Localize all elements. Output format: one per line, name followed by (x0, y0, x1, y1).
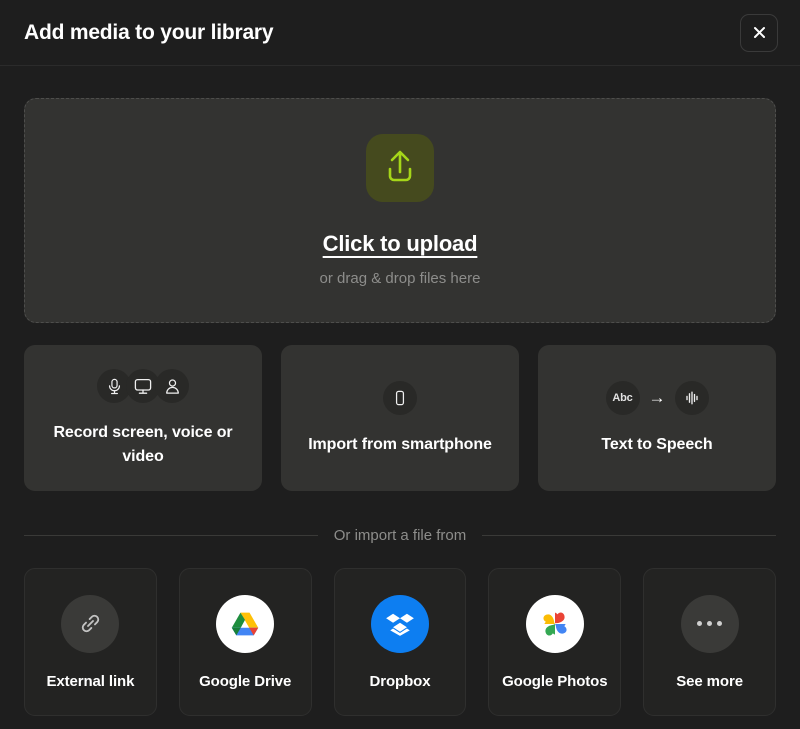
upload-cta-label[interactable]: Click to upload (323, 231, 478, 257)
upload-dropzone[interactable]: Click to upload or drag & drop files her… (24, 98, 776, 323)
ellipsis-dot (697, 621, 703, 626)
service-see-more[interactable]: See more (643, 568, 776, 716)
page-title: Add media to your library (24, 20, 274, 44)
link-icon (61, 594, 120, 653)
ellipsis-dot (717, 621, 723, 626)
card-import-smartphone[interactable]: Import from smartphone (281, 345, 519, 491)
close-icon (752, 25, 767, 40)
card-text-to-speech[interactable]: Abc → Text to Speech (538, 345, 776, 491)
abc-text-icon: Abc (605, 380, 640, 415)
service-google-photos[interactable]: Google Photos (488, 568, 622, 716)
upload-hint-label: or drag & drop files here (319, 270, 481, 287)
service-google-drive[interactable]: Google Drive (178, 568, 312, 716)
card-record-media[interactable]: Record screen, voice or video (24, 345, 262, 491)
ellipsis-dot (707, 621, 713, 626)
smartphone-icon-group (383, 380, 417, 416)
audio-waveform-icon (674, 380, 709, 415)
text-to-speech-icon-group: Abc → (605, 380, 709, 416)
service-google-drive-label: Google Drive (199, 672, 292, 690)
card-record-media-label: Record screen, voice or video (53, 424, 233, 465)
smartphone-icon (383, 380, 417, 415)
record-icon-group (97, 368, 189, 404)
service-dropbox-label: Dropbox (369, 672, 431, 690)
card-text-to-speech-label: Text to Speech (601, 435, 713, 453)
dialog-header: Add media to your library (0, 0, 800, 66)
abc-text-label: Abc (612, 391, 633, 404)
dialog-body: Click to upload or drag & drop files her… (0, 98, 800, 716)
service-dropbox[interactable]: Dropbox (333, 568, 467, 716)
ellipsis-icon (680, 594, 739, 653)
divider-line-left (24, 535, 318, 536)
upload-arrow-icon (380, 146, 420, 191)
card-import-smartphone-label: Import from smartphone (308, 435, 492, 453)
service-external-link-label: External link (46, 672, 135, 690)
google-photos-icon (525, 594, 584, 653)
service-see-more-label: See more (676, 672, 743, 690)
action-card-grid: Record screen, voice or video Import fro… (24, 345, 776, 491)
close-button[interactable] (740, 13, 778, 52)
divider-label: Or import a file from (333, 527, 467, 544)
import-source-grid: External link Google Drive Dropbox Googl… (24, 568, 776, 716)
divider-line-right (482, 535, 776, 536)
dropbox-icon (370, 594, 429, 653)
import-source-divider: Or import a file from (24, 527, 776, 544)
upload-icon-badge (366, 134, 434, 202)
google-drive-icon (216, 594, 275, 653)
arrow-right-icon: → (648, 388, 666, 408)
person-icon (155, 369, 189, 404)
service-external-link[interactable]: External link (24, 568, 157, 716)
service-google-photos-label: Google Photos (502, 672, 608, 690)
